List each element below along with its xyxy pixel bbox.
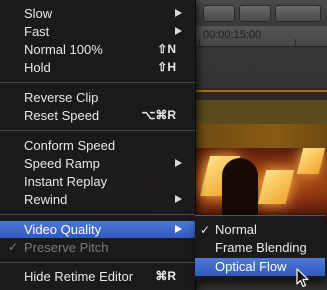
timeline-clip-band (195, 100, 327, 124)
keyboard-shortcut: ⇧N (157, 42, 176, 56)
menu-item-label: Hold (24, 60, 51, 75)
menu-item-video-quality[interactable]: Video Quality (0, 221, 195, 238)
submenu-arrow-icon (175, 159, 182, 167)
menu-separator (0, 82, 195, 83)
ruler-timecode: 00:00:15:00 (203, 29, 262, 41)
menu-item-label: Fast (24, 24, 50, 39)
menu-item-conform-speed[interactable]: Conform Speed (0, 137, 195, 154)
submenu-arrow-icon (175, 9, 182, 17)
menu-item-label: Video Quality (24, 222, 102, 237)
mouse-pointer-icon (296, 268, 309, 288)
background-toolbar-button[interactable] (203, 5, 235, 22)
menu-item-label: Slow (24, 6, 53, 21)
submenu-item-label: Optical Flow (215, 259, 287, 274)
menu-item-label: Hide Retime Editor (24, 269, 134, 284)
keyboard-shortcut: ⌘R (155, 269, 176, 283)
submenu-arrow-icon (175, 27, 182, 35)
menu-separator (0, 130, 195, 131)
menu-item-label: Reset Speed (24, 108, 100, 123)
submenu-item-label: Normal (215, 222, 257, 237)
menu-item-label: Speed Ramp (24, 156, 100, 171)
keyboard-shortcut: ⇧H (157, 60, 176, 74)
menu-item-hold[interactable]: Hold ⇧H (0, 59, 195, 76)
menu-item-speed-ramp[interactable]: Speed Ramp (0, 155, 195, 172)
background-toolbar-button[interactable] (275, 5, 321, 22)
checkmark-icon: ✓ (8, 240, 19, 254)
submenu-item-normal[interactable]: ✓ Normal (195, 221, 325, 239)
menu-item-label: Instant Replay (24, 174, 108, 189)
timeline-ruler[interactable]: 00:00:15:00 (195, 26, 327, 47)
menu-item-fast[interactable]: Fast (0, 23, 195, 40)
menu-item-label: Preserve Pitch (24, 240, 109, 255)
stage-light (296, 148, 326, 174)
menu-item-preserve-pitch[interactable]: ✓ Preserve Pitch (0, 239, 195, 256)
timeline-clip-band (195, 124, 327, 148)
menu-item-label: Conform Speed (24, 138, 116, 153)
app-window: 00:00:15:00 Slow Fast Normal 100% ⇧N Hol… (0, 0, 327, 290)
submenu-item-frame-blending[interactable]: Frame Blending (195, 239, 325, 257)
ruler-tick (295, 39, 296, 46)
stage-light (257, 170, 295, 204)
menu-item-label: Rewind (24, 192, 68, 207)
menu-item-hide-retime-editor[interactable]: Hide Retime Editor ⌘R (0, 268, 195, 285)
retime-menu: Slow Fast Normal 100% ⇧N Hold ⇧H Reverse… (0, 0, 196, 290)
keyboard-shortcut: ⌥⌘R (141, 108, 177, 122)
menu-item-instant-replay[interactable]: Instant Replay (0, 173, 195, 190)
menu-item-reverse-clip[interactable]: Reverse Clip (0, 89, 195, 106)
checkmark-icon: ✓ (200, 223, 211, 237)
submenu-item-label: Frame Blending (215, 240, 307, 255)
menu-item-label: Reverse Clip (24, 90, 99, 105)
background-toolbar-button[interactable] (239, 5, 271, 22)
menu-item-slow[interactable]: Slow (0, 5, 195, 22)
menu-separator (0, 214, 195, 215)
menu-item-reset-speed[interactable]: Reset Speed ⌥⌘R (0, 107, 195, 124)
retime-bar (195, 90, 327, 92)
ruler-tick (199, 39, 200, 46)
submenu-arrow-icon (175, 195, 182, 203)
menu-item-label: Normal 100% (24, 42, 103, 57)
menu-item-rewind[interactable]: Rewind (0, 191, 195, 208)
background-toolbar (195, 0, 327, 27)
submenu-arrow-icon (175, 225, 182, 233)
menu-item-normal-100[interactable]: Normal 100% ⇧N (0, 41, 195, 58)
menu-separator (0, 262, 195, 263)
